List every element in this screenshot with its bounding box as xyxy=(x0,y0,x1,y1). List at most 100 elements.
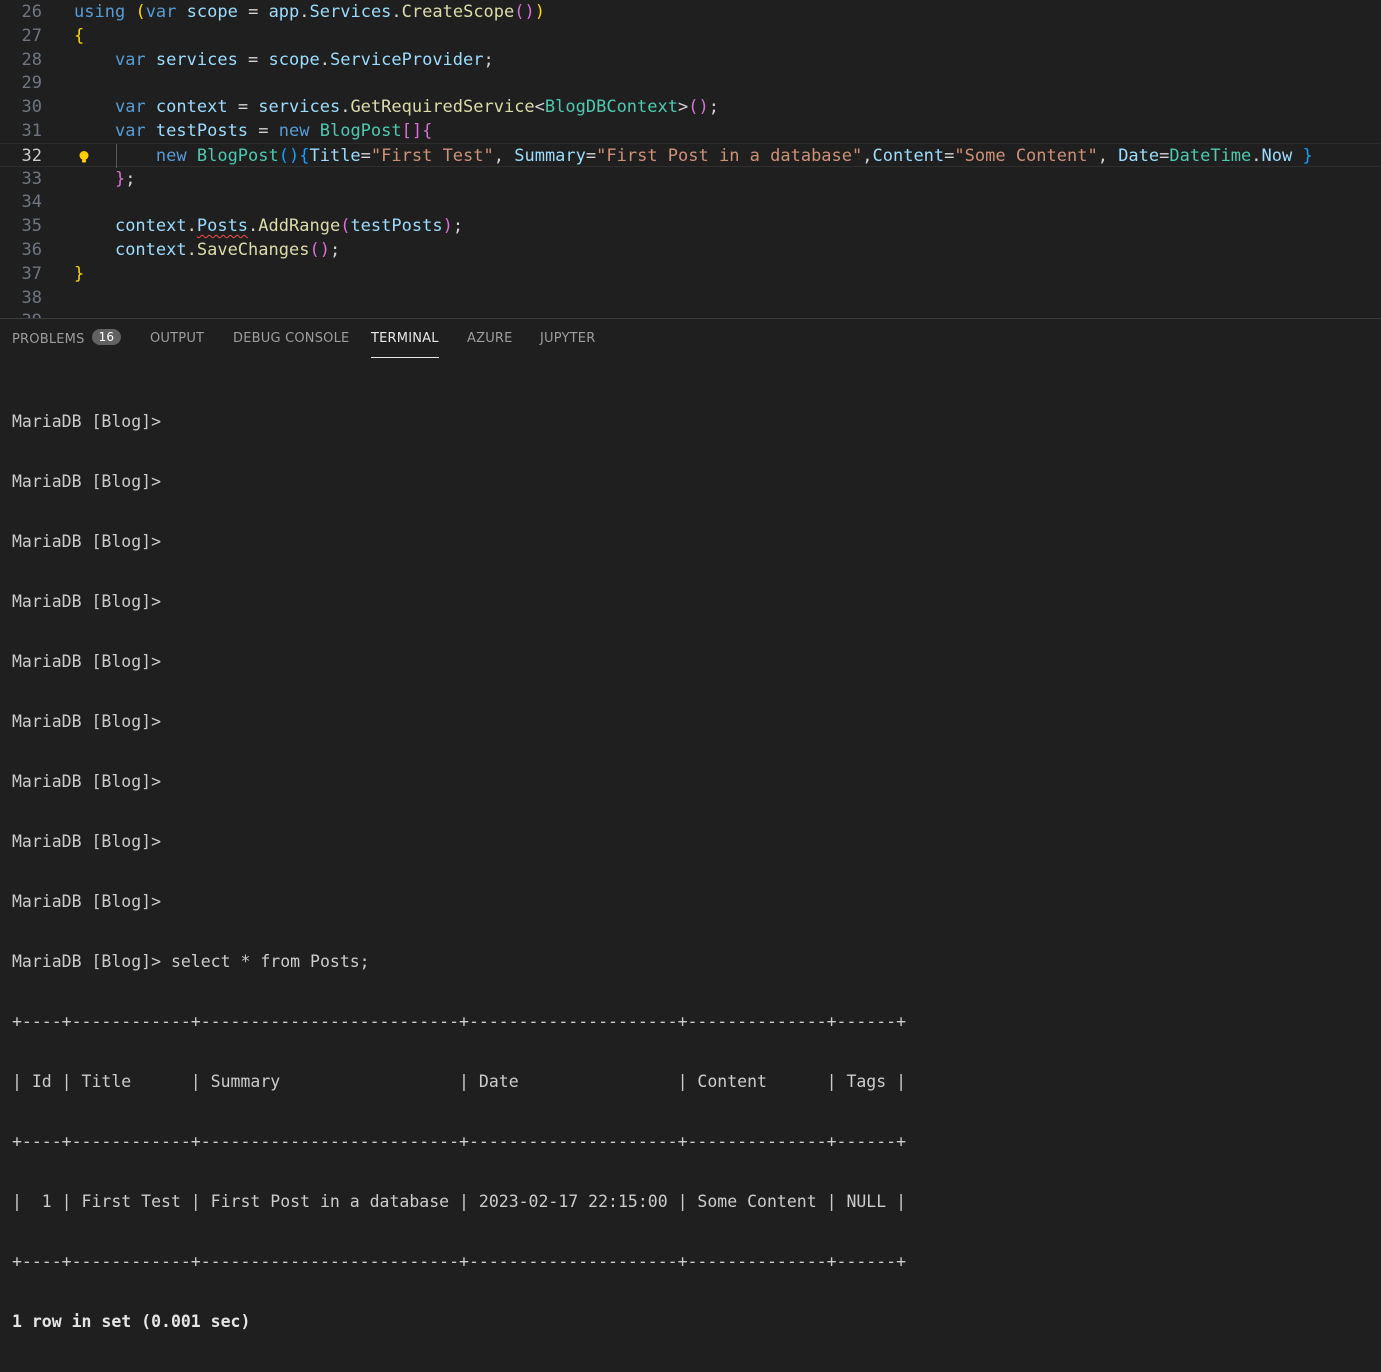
code-token: "First Test" xyxy=(370,145,494,166)
code-line[interactable]: 33 }; xyxy=(0,167,1381,191)
code-token: . xyxy=(186,240,197,260)
line-number: 27 xyxy=(21,25,42,46)
code-token: GetRequiredService xyxy=(350,97,535,118)
code-token: , xyxy=(493,145,515,166)
terminal-line: MariaDB [Blog]> xyxy=(12,832,162,851)
tab-problems[interactable]: PROBLEMS 16 xyxy=(12,329,122,357)
code-token: BlogDBContext xyxy=(544,97,678,118)
line-number: 28 xyxy=(21,49,42,70)
code-token: testPosts xyxy=(350,216,443,237)
code-token: = xyxy=(237,2,269,22)
code-token: . xyxy=(340,97,351,118)
code-token: = xyxy=(360,145,371,166)
code-line[interactable]: 32 new BlogPost(){Title="First Test", Su… xyxy=(0,142,1381,168)
code-token: ( xyxy=(135,2,146,22)
code-token: > xyxy=(677,97,689,118)
code-text: var services = scope.ServiceProvider; xyxy=(74,48,494,72)
code-line[interactable]: 30 var context = services.GetRequiredSer… xyxy=(0,95,1381,119)
terminal-line: MariaDB [Blog]> xyxy=(12,412,162,431)
code-token: . xyxy=(248,216,259,237)
code-token: "First Post in a database" xyxy=(596,145,863,166)
code-token: scope xyxy=(186,2,238,22)
code-line[interactable]: 26 using (var scope = app.Services.Create… xyxy=(0,0,1381,24)
code-token: ( xyxy=(340,216,351,237)
code-token: = xyxy=(227,97,259,118)
terminal-output[interactable]: MariaDB [Blog]> MariaDB [Blog]> MariaDB … xyxy=(12,372,906,1372)
line-number: 34 xyxy=(21,192,42,213)
code-token: var xyxy=(114,121,146,141)
code-line[interactable]: 27 { xyxy=(0,24,1381,48)
code-line[interactable]: 29 xyxy=(0,71,1381,95)
tab-output[interactable]: OUTPUT xyxy=(150,331,204,357)
code-token: } xyxy=(74,263,85,284)
code-token: services xyxy=(155,49,238,70)
code-token: ServiceProvider xyxy=(329,49,484,70)
code-token: ; xyxy=(452,216,464,237)
code-line[interactable]: 37} xyxy=(0,262,1381,286)
table-border: +----+------------+---------------------… xyxy=(12,1012,907,1031)
code-token: < xyxy=(534,97,545,118)
tab-terminal[interactable]: TERMINAL xyxy=(371,331,439,358)
code-text: new BlogPost(){Title="First Test", Summa… xyxy=(74,144,1313,168)
code-token: = xyxy=(237,49,269,70)
code-token: , xyxy=(862,145,873,166)
code-token: . xyxy=(1251,145,1262,166)
terminal-line: MariaDB [Blog]> xyxy=(12,892,162,911)
code-text: }; xyxy=(74,167,136,191)
code-token: . xyxy=(319,49,330,70)
code-token: , xyxy=(1097,145,1119,166)
code-text: { xyxy=(74,24,84,48)
code-editor[interactable]: 26 using (var scope = app.Services.Create… xyxy=(0,0,1381,318)
code-token: services xyxy=(258,97,341,118)
tab-debug-console[interactable]: DEBUG CONSOLE xyxy=(233,331,349,357)
code-token: } xyxy=(114,168,126,189)
code-token: testPosts xyxy=(155,121,249,141)
code-line[interactable]: 39 xyxy=(0,309,1381,318)
code-line[interactable]: 28 var services = scope.ServiceProvider; xyxy=(0,48,1381,72)
code-token: context xyxy=(114,216,187,237)
code-line[interactable]: 36 context.SaveChanges(); xyxy=(0,238,1381,262)
code-line[interactable]: 38 xyxy=(0,286,1381,310)
code-token: () xyxy=(309,240,330,260)
code-token: var xyxy=(114,97,146,118)
code-token: new xyxy=(278,121,310,141)
code-token: Services xyxy=(309,2,392,22)
code-token: context xyxy=(114,240,187,260)
terminal-line: MariaDB [Blog]> select * from Posts; xyxy=(12,952,370,971)
code-token: { xyxy=(74,25,85,46)
code-token: = xyxy=(944,145,955,166)
terminal-line: MariaDB [Blog]> xyxy=(12,532,162,551)
code-line[interactable]: 31 var testPosts = new BlogPost[]{ xyxy=(0,119,1381,143)
code-text: using (var scope = app.Services.CreateSc… xyxy=(74,0,545,24)
line-number: 33 xyxy=(21,168,42,189)
line-number: 26 xyxy=(21,2,42,22)
tab-jupyter[interactable]: JUPYTER xyxy=(540,331,595,357)
code-token: app xyxy=(268,2,300,22)
code-token: AddRange xyxy=(258,216,341,237)
code-line[interactable]: 35 context.Posts.AddRange(testPosts); xyxy=(0,214,1381,238)
terminal-line: MariaDB [Blog]> xyxy=(12,472,162,491)
code-token: scope xyxy=(268,49,320,70)
code-text: context.SaveChanges(); xyxy=(74,238,340,262)
tab-azure[interactable]: AZURE xyxy=(467,331,513,357)
code-token: var xyxy=(145,2,177,22)
code-token: Content xyxy=(872,145,945,166)
code-token: { xyxy=(422,121,433,141)
bottom-panel: PROBLEMS 16 OUTPUT DEBUG CONSOLE TERMINAL… xyxy=(0,318,1381,1331)
code-line[interactable]: 34 xyxy=(0,190,1381,214)
code-token: . xyxy=(391,2,402,22)
code-token: = xyxy=(248,121,279,141)
table-border: +----+------------+---------------------… xyxy=(12,1252,907,1271)
code-text: var testPosts = new BlogPost[]{ xyxy=(74,119,432,143)
code-token: . xyxy=(186,216,197,237)
panel-tabs: PROBLEMS 16 OUTPUT DEBUG CONSOLE TERMINAL… xyxy=(0,319,1381,359)
